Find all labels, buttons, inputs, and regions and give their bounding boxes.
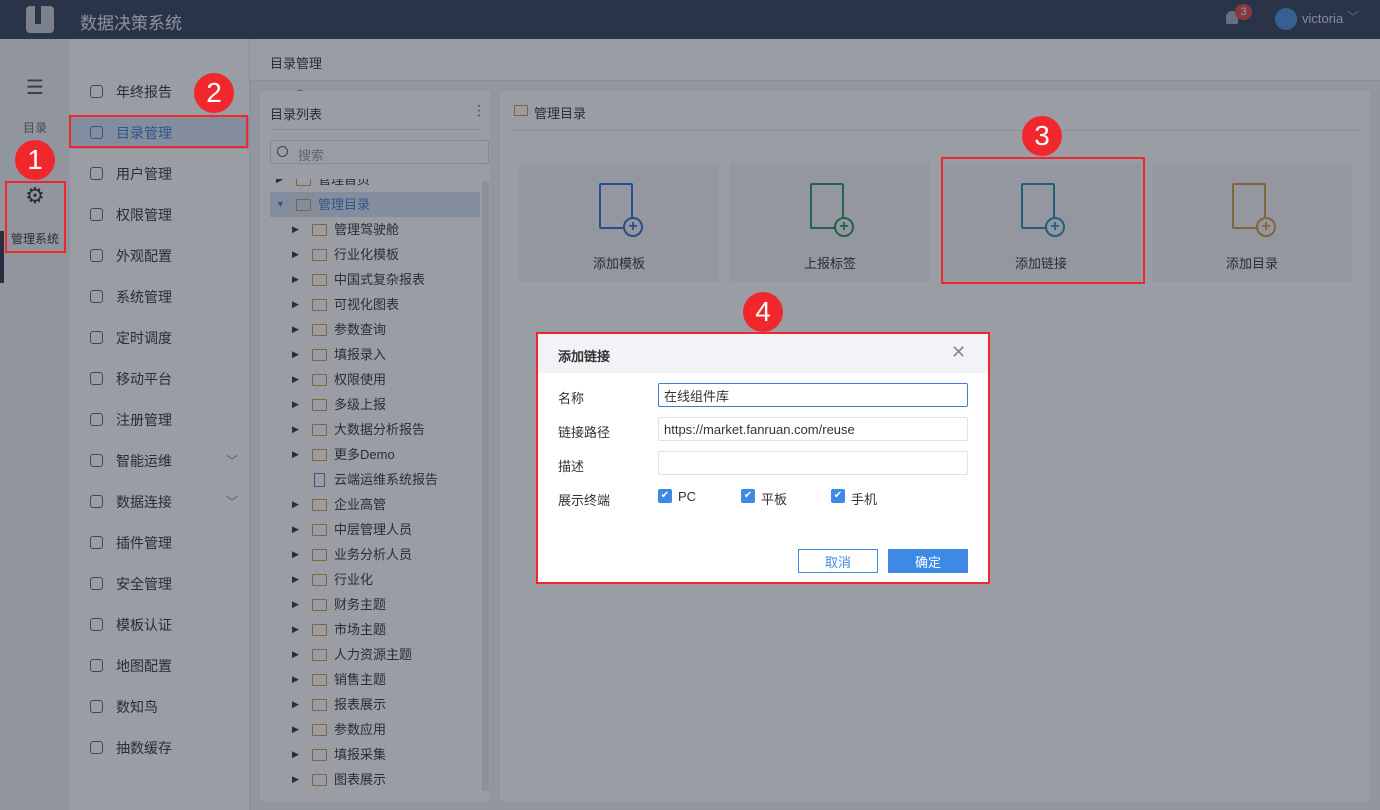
annotation-box-2 [69, 115, 248, 148]
annotation-box-3 [941, 157, 1145, 284]
annotation-number-3: 3 [1022, 116, 1062, 156]
annotation-number-1: 1 [15, 140, 55, 180]
annotation-number-4: 4 [743, 292, 783, 332]
annotation-number-2: 2 [194, 73, 234, 113]
annotation-box-1 [5, 181, 66, 253]
annotation-box-4 [536, 332, 990, 584]
